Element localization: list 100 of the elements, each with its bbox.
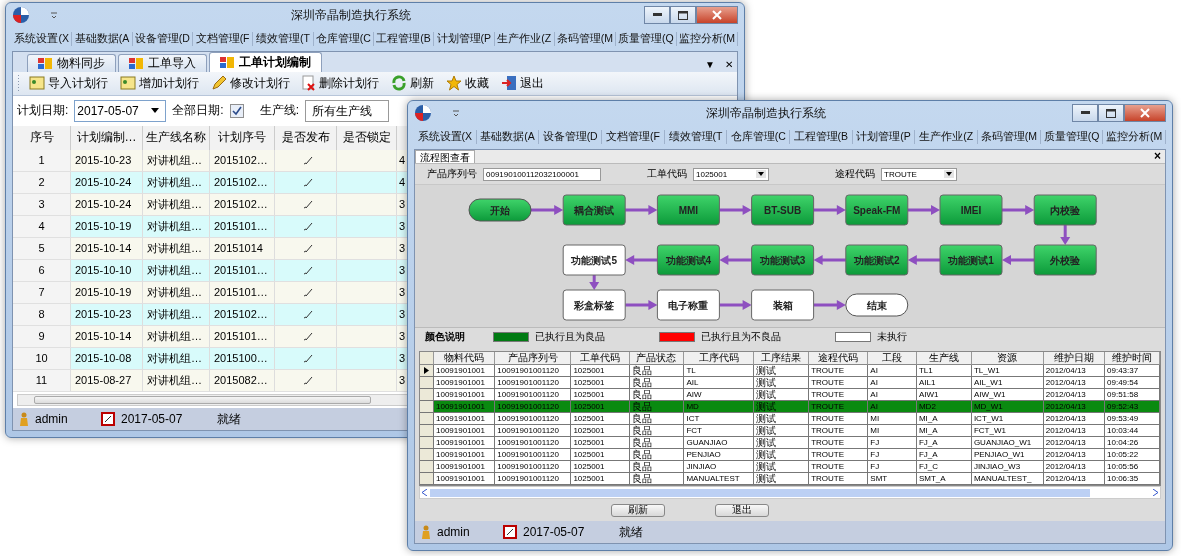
- table-cell: 测试: [754, 401, 810, 413]
- menu-item[interactable]: 监控分析(M: [676, 32, 738, 46]
- menu-item[interactable]: 设备管理(D: [132, 32, 193, 46]
- table-cell: FJ: [868, 461, 917, 473]
- document-tab[interactable]: 流程图查看: [415, 150, 475, 163]
- column-header[interactable]: 物料代码: [434, 352, 496, 365]
- toolbar-button[interactable]: 修改计划行: [208, 72, 293, 94]
- column-header[interactable]: 生产线: [916, 352, 972, 365]
- toolbar-button[interactable]: 收藏: [443, 72, 492, 94]
- toolbar-button[interactable]: 退出: [498, 72, 547, 94]
- close-button[interactable]: [1124, 104, 1166, 122]
- toolbar-button[interactable]: 增加计划行: [117, 72, 202, 94]
- tab-close-button[interactable]: ×: [1150, 150, 1165, 163]
- document-tab[interactable]: 工单计划编制: [209, 52, 322, 72]
- toolbar-button[interactable]: 导入计划行: [26, 72, 111, 94]
- table-cell: 10091901001120: [495, 365, 572, 377]
- menu-item[interactable]: 条码管理(M: [978, 130, 1041, 144]
- menu-item[interactable]: 系统设置(X: [12, 32, 73, 46]
- menu-item[interactable]: 仓库管理(C: [727, 130, 791, 144]
- table-cell: 测试: [754, 377, 810, 389]
- menu-item[interactable]: 工程管理(B: [790, 130, 853, 144]
- table-cell: MD_W1: [971, 401, 1044, 413]
- tab-close-button[interactable]: ✕: [721, 56, 737, 72]
- column-header[interactable]: 工序结果: [754, 352, 810, 365]
- column-header[interactable]: 产品状态: [629, 352, 685, 365]
- dialog-button[interactable]: 退出: [715, 503, 769, 517]
- horizontal-scrollbar[interactable]: [17, 393, 409, 406]
- menu-item[interactable]: 质量管理(Q: [616, 32, 677, 46]
- menu-item[interactable]: 绩效管理(T: [253, 32, 314, 46]
- checkbox[interactable]: [229, 103, 244, 118]
- menu-item[interactable]: 基础数据(A: [72, 32, 133, 46]
- menu-item[interactable]: 设备管理(D: [539, 130, 602, 144]
- document-tab[interactable]: 工单导入: [118, 54, 207, 72]
- menu-item[interactable]: 生产作业(Z: [494, 32, 555, 46]
- dropdown-field[interactable]: 1025001: [693, 167, 769, 181]
- toolbar-button[interactable]: 刷新: [388, 72, 437, 94]
- table-cell: 对讲机组…: [143, 193, 210, 216]
- toolbar-button[interactable]: 删除计划行: [299, 72, 382, 94]
- menu-item[interactable]: 监控分析(M: [1103, 130, 1167, 144]
- column-header[interactable]: 序号: [13, 125, 71, 150]
- table-cell: 2012/04/13: [1043, 473, 1106, 485]
- menu-item[interactable]: 生产作业(Z: [915, 130, 979, 144]
- table-cell: 2015-10-19: [71, 281, 143, 304]
- table-cell: 测试: [754, 461, 810, 473]
- table-cell: 2015-10-24: [71, 193, 143, 216]
- date-field[interactable]: 2017-05-07: [74, 99, 167, 122]
- menu-item[interactable]: 文档管理(F: [602, 130, 665, 144]
- serial-number-field[interactable]: 009190100112032100001: [483, 167, 601, 181]
- column-header[interactable]: 维护时间: [1105, 352, 1160, 365]
- menu-item[interactable]: 工程管理(B: [373, 32, 435, 46]
- menu-item[interactable]: 条码管理(M: [554, 32, 617, 46]
- table-cell: 2015-10-23: [71, 303, 143, 326]
- quick-access-icon[interactable]: [50, 11, 58, 19]
- menu-item[interactable]: 计划管理(P: [434, 32, 495, 46]
- column-header[interactable]: 是否发布: [275, 125, 337, 150]
- table-cell: 10:03:44: [1105, 425, 1160, 437]
- column-header[interactable]: 计划序号: [210, 125, 275, 150]
- maximize-button[interactable]: [670, 6, 696, 24]
- flow-terminal: 结束: [845, 293, 909, 317]
- horizontal-scrollbar[interactable]: [419, 486, 1161, 499]
- column-header[interactable]: 工单代码: [571, 352, 630, 365]
- tab-list-button[interactable]: ▼: [701, 56, 719, 72]
- column-header[interactable]: 工序代码: [684, 352, 755, 365]
- table-cell: 2012/04/13: [1043, 461, 1106, 473]
- menu-item[interactable]: 绩效管理(T: [664, 130, 728, 144]
- dropdown-field[interactable]: TROUTE: [881, 167, 957, 181]
- quick-access-icon[interactable]: [452, 109, 460, 117]
- menu-item[interactable]: 系统设置(X: [414, 130, 477, 144]
- table-cell: TROUTE: [809, 377, 869, 389]
- close-button[interactable]: [696, 6, 738, 24]
- menu-item[interactable]: 计划管理(P: [852, 130, 916, 144]
- menu-item[interactable]: 文档管理(F: [192, 32, 254, 46]
- column-header[interactable]: 维护日期: [1043, 352, 1106, 365]
- production-line-dropdown[interactable]: 所有生产线: [305, 99, 390, 122]
- table-cell: 10091901001: [434, 461, 496, 473]
- column-header[interactable]: 资源: [971, 352, 1044, 365]
- table-cell: 对讲机组…: [143, 149, 210, 172]
- menu-item[interactable]: 质量管理(Q: [1040, 130, 1104, 144]
- row-number: 11: [13, 369, 71, 392]
- menu-item[interactable]: 基础数据(A: [476, 130, 540, 144]
- column-header[interactable]: 工段: [868, 352, 917, 365]
- table-cell: 2015-10-08: [71, 347, 143, 370]
- table-cell: AI: [868, 389, 917, 401]
- minimize-button[interactable]: [1072, 104, 1098, 122]
- menu-item[interactable]: 仓库管理(C: [313, 32, 374, 46]
- table-cell: 2012/04/13: [1043, 425, 1106, 437]
- dialog-button[interactable]: 刷新: [611, 503, 665, 517]
- minimize-button[interactable]: [644, 6, 670, 24]
- app-logo-icon: [12, 6, 30, 24]
- column-header[interactable]: 产品序列号: [495, 352, 572, 365]
- column-header[interactable]: 是否锁定: [337, 125, 397, 150]
- table-cell: 2015102…: [210, 193, 275, 216]
- column-header[interactable]: 生产线名称: [143, 125, 210, 150]
- maximize-button[interactable]: [1098, 104, 1124, 122]
- table-cell: 测试: [754, 413, 810, 425]
- column-header[interactable]: 计划编制…: [71, 125, 143, 150]
- window-title: 深圳帝晶制造执行系统: [705, 104, 827, 122]
- current-row-icon: [424, 367, 429, 374]
- column-header[interactable]: 途程代码: [809, 352, 869, 365]
- document-tab[interactable]: 物料同步: [27, 54, 116, 72]
